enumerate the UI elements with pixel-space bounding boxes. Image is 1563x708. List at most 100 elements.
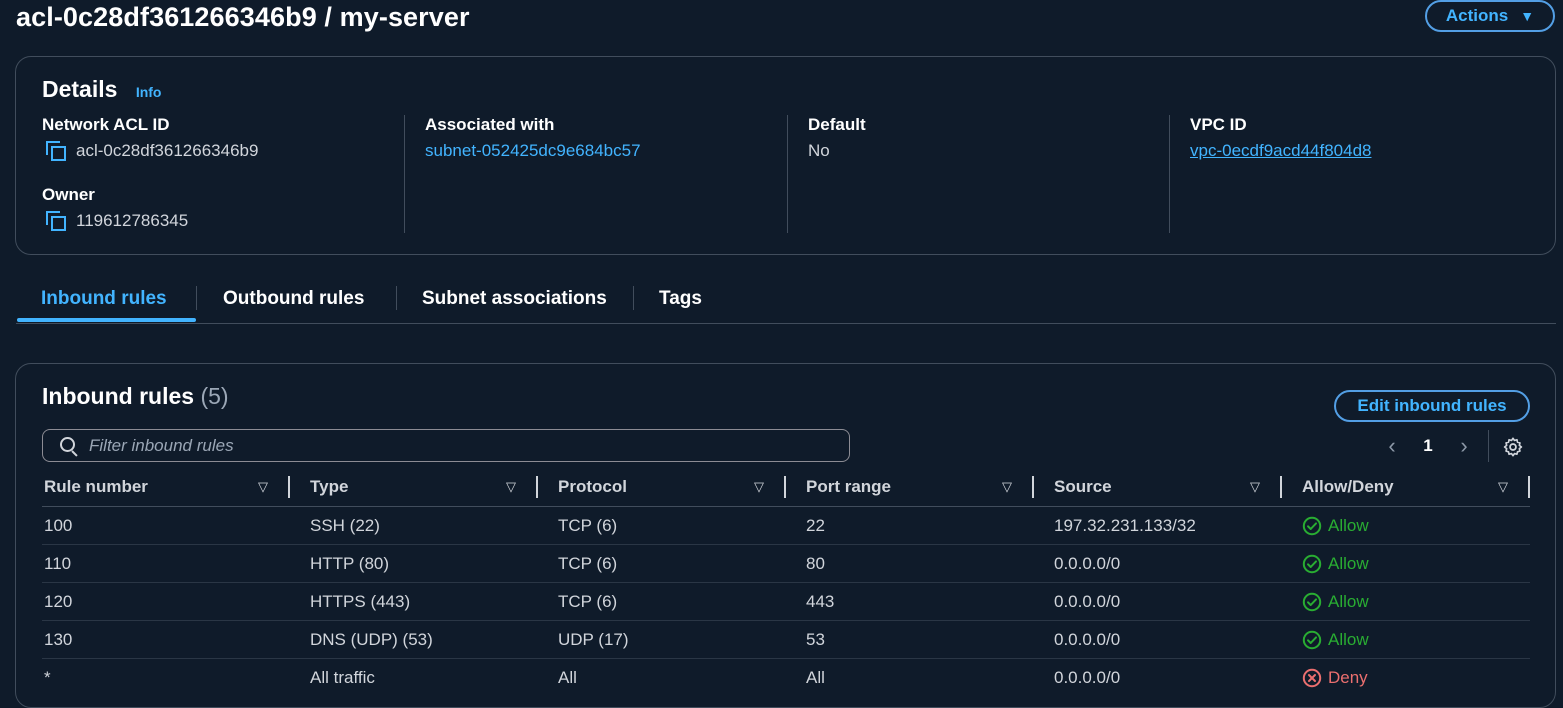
protocol-cell: UDP (17) (558, 630, 629, 649)
allow-deny-cell: Allow (1302, 621, 1369, 658)
table-row: 100 SSH (22) TCP (6) 22 197.32.231.133/3… (42, 507, 1530, 545)
column-header-protocol[interactable]: Protocol (558, 470, 627, 504)
rule-number-cell: 120 (44, 592, 73, 611)
protocol-cell: TCP (6) (558, 516, 618, 535)
protocol-cell: All (558, 668, 577, 687)
vpc-id-link[interactable]: vpc-0ecdf9acd44f804d8 (1190, 140, 1550, 162)
allow-deny-cell: Allow (1302, 583, 1369, 620)
status-text: Allow (1328, 630, 1369, 649)
type-cell: HTTP (80) (310, 554, 390, 573)
owner-text: 119612786345 (76, 211, 189, 230)
sort-icon[interactable]: ▽ (506, 470, 516, 504)
copy-icon[interactable] (46, 211, 66, 231)
port-range-cell: 443 (806, 592, 835, 611)
table-header: Rule number ▽ Type ▽ Protocol ▽ Port ran… (42, 470, 1530, 507)
port-range-cell: 53 (806, 630, 825, 649)
tab-divider (633, 286, 634, 310)
rule-number-cell: 100 (44, 516, 73, 535)
table-row: 120 HTTPS (443) TCP (6) 443 0.0.0.0/0 Al… (42, 583, 1530, 621)
status-text: Allow (1328, 592, 1369, 611)
column-divider (404, 115, 405, 233)
details-heading: Details Info (42, 76, 161, 103)
chevron-left-icon[interactable]: ‹ (1376, 433, 1408, 459)
tab-subnet-associations[interactable]: Subnet associations (422, 280, 607, 320)
search-icon (59, 436, 79, 457)
tab-outbound-rules[interactable]: Outbound rules (223, 280, 364, 320)
column-resizer[interactable] (536, 476, 538, 498)
tab-bar: Inbound rules Outbound rules Subnet asso… (16, 280, 1556, 324)
default-value: No (808, 141, 830, 160)
column-header-port-range[interactable]: Port range (806, 470, 891, 504)
source-cell: 197.32.231.133/32 (1054, 516, 1196, 535)
gear-icon[interactable] (1502, 436, 1524, 458)
type-cell: All traffic (310, 668, 375, 687)
default-column: Default No (808, 115, 1168, 162)
associated-with-label: Associated with (425, 115, 555, 134)
pagination: ‹ 1 › (1376, 430, 1480, 462)
sort-icon[interactable]: ▽ (258, 470, 268, 504)
sort-icon[interactable]: ▽ (1250, 470, 1260, 504)
inbound-rules-title: Inbound rules (42, 383, 195, 409)
source-cell: 0.0.0.0/0 (1054, 630, 1121, 649)
filter-input[interactable]: Filter inbound rules (42, 429, 850, 462)
column-resizer[interactable] (288, 476, 290, 498)
network-acl-id-text: acl-0c28df361266346b9 (76, 141, 259, 160)
sort-icon[interactable]: ▽ (1002, 470, 1012, 504)
sort-icon[interactable]: ▽ (754, 470, 764, 504)
column-divider (787, 115, 788, 233)
allow-deny-cell: Allow (1302, 545, 1369, 582)
rules-count: (5) (200, 383, 229, 409)
port-range-cell: All (806, 668, 825, 687)
source-cell: 0.0.0.0/0 (1054, 554, 1121, 573)
vpc-column: VPC ID vpc-0ecdf9acd44f804d8 (1190, 115, 1550, 162)
column-resizer[interactable] (784, 476, 786, 498)
chevron-right-icon[interactable]: › (1448, 433, 1480, 459)
column-header-type[interactable]: Type (310, 470, 348, 504)
table-row: 110 HTTP (80) TCP (6) 80 0.0.0.0/0 Allow (42, 545, 1530, 583)
column-header-rule-number[interactable]: Rule number (44, 470, 148, 504)
allow-deny-cell: Deny (1302, 659, 1368, 696)
column-resizer[interactable] (1528, 476, 1530, 498)
type-cell: SSH (22) (310, 516, 380, 535)
check-circle-icon (1302, 516, 1322, 535)
check-circle-icon (1302, 592, 1322, 611)
allow-deny-cell: Allow (1302, 507, 1369, 544)
status-text: Deny (1328, 668, 1368, 687)
page-title: acl-0c28df361266346b9 / my-server (16, 2, 470, 32)
pagination-divider (1488, 430, 1489, 462)
vpc-id-label: VPC ID (1190, 115, 1247, 134)
x-circle-icon (1302, 668, 1322, 687)
caret-down-icon: ▼ (1520, 8, 1535, 24)
info-link[interactable]: Info (136, 84, 162, 100)
inbound-rules-table: Rule number ▽ Type ▽ Protocol ▽ Port ran… (42, 470, 1530, 696)
protocol-cell: TCP (6) (558, 592, 618, 611)
check-circle-icon (1302, 554, 1322, 573)
owner-label: Owner (42, 185, 95, 204)
tab-inbound-rules[interactable]: Inbound rules (41, 280, 167, 320)
table-row: 130 DNS (UDP) (53) UDP (17) 53 0.0.0.0/0… (42, 621, 1530, 659)
rule-number-cell: 110 (44, 554, 72, 573)
copy-icon[interactable] (46, 141, 66, 161)
associated-subnet-link[interactable]: subnet-052425dc9e684bc57 (425, 140, 785, 162)
source-cell: 0.0.0.0/0 (1054, 668, 1121, 687)
tab-divider (196, 286, 197, 310)
page-number[interactable]: 1 (1408, 436, 1448, 456)
actions-button[interactable]: Actions ▼ (1425, 0, 1555, 32)
column-resizer[interactable] (1032, 476, 1034, 498)
sort-icon[interactable]: ▽ (1498, 470, 1508, 504)
port-range-cell: 80 (806, 554, 825, 573)
column-divider (1169, 115, 1170, 233)
rule-number-cell: * (44, 668, 51, 687)
column-resizer[interactable] (1280, 476, 1282, 498)
associated-column: Associated with subnet-052425dc9e684bc57 (425, 115, 785, 162)
column-header-allow-deny[interactable]: Allow/Deny (1302, 470, 1394, 504)
source-cell: 0.0.0.0/0 (1054, 592, 1121, 611)
inbound-rules-panel: Inbound rules (5) Edit inbound rules Fil… (15, 363, 1556, 708)
tab-tags[interactable]: Tags (659, 280, 702, 320)
inbound-rules-heading: Inbound rules (5) (42, 383, 229, 410)
default-label: Default (808, 115, 866, 134)
port-range-cell: 22 (806, 516, 825, 535)
edit-inbound-rules-button[interactable]: Edit inbound rules (1334, 390, 1530, 422)
type-cell: DNS (UDP) (53) (310, 630, 433, 649)
column-header-source[interactable]: Source (1054, 470, 1112, 504)
